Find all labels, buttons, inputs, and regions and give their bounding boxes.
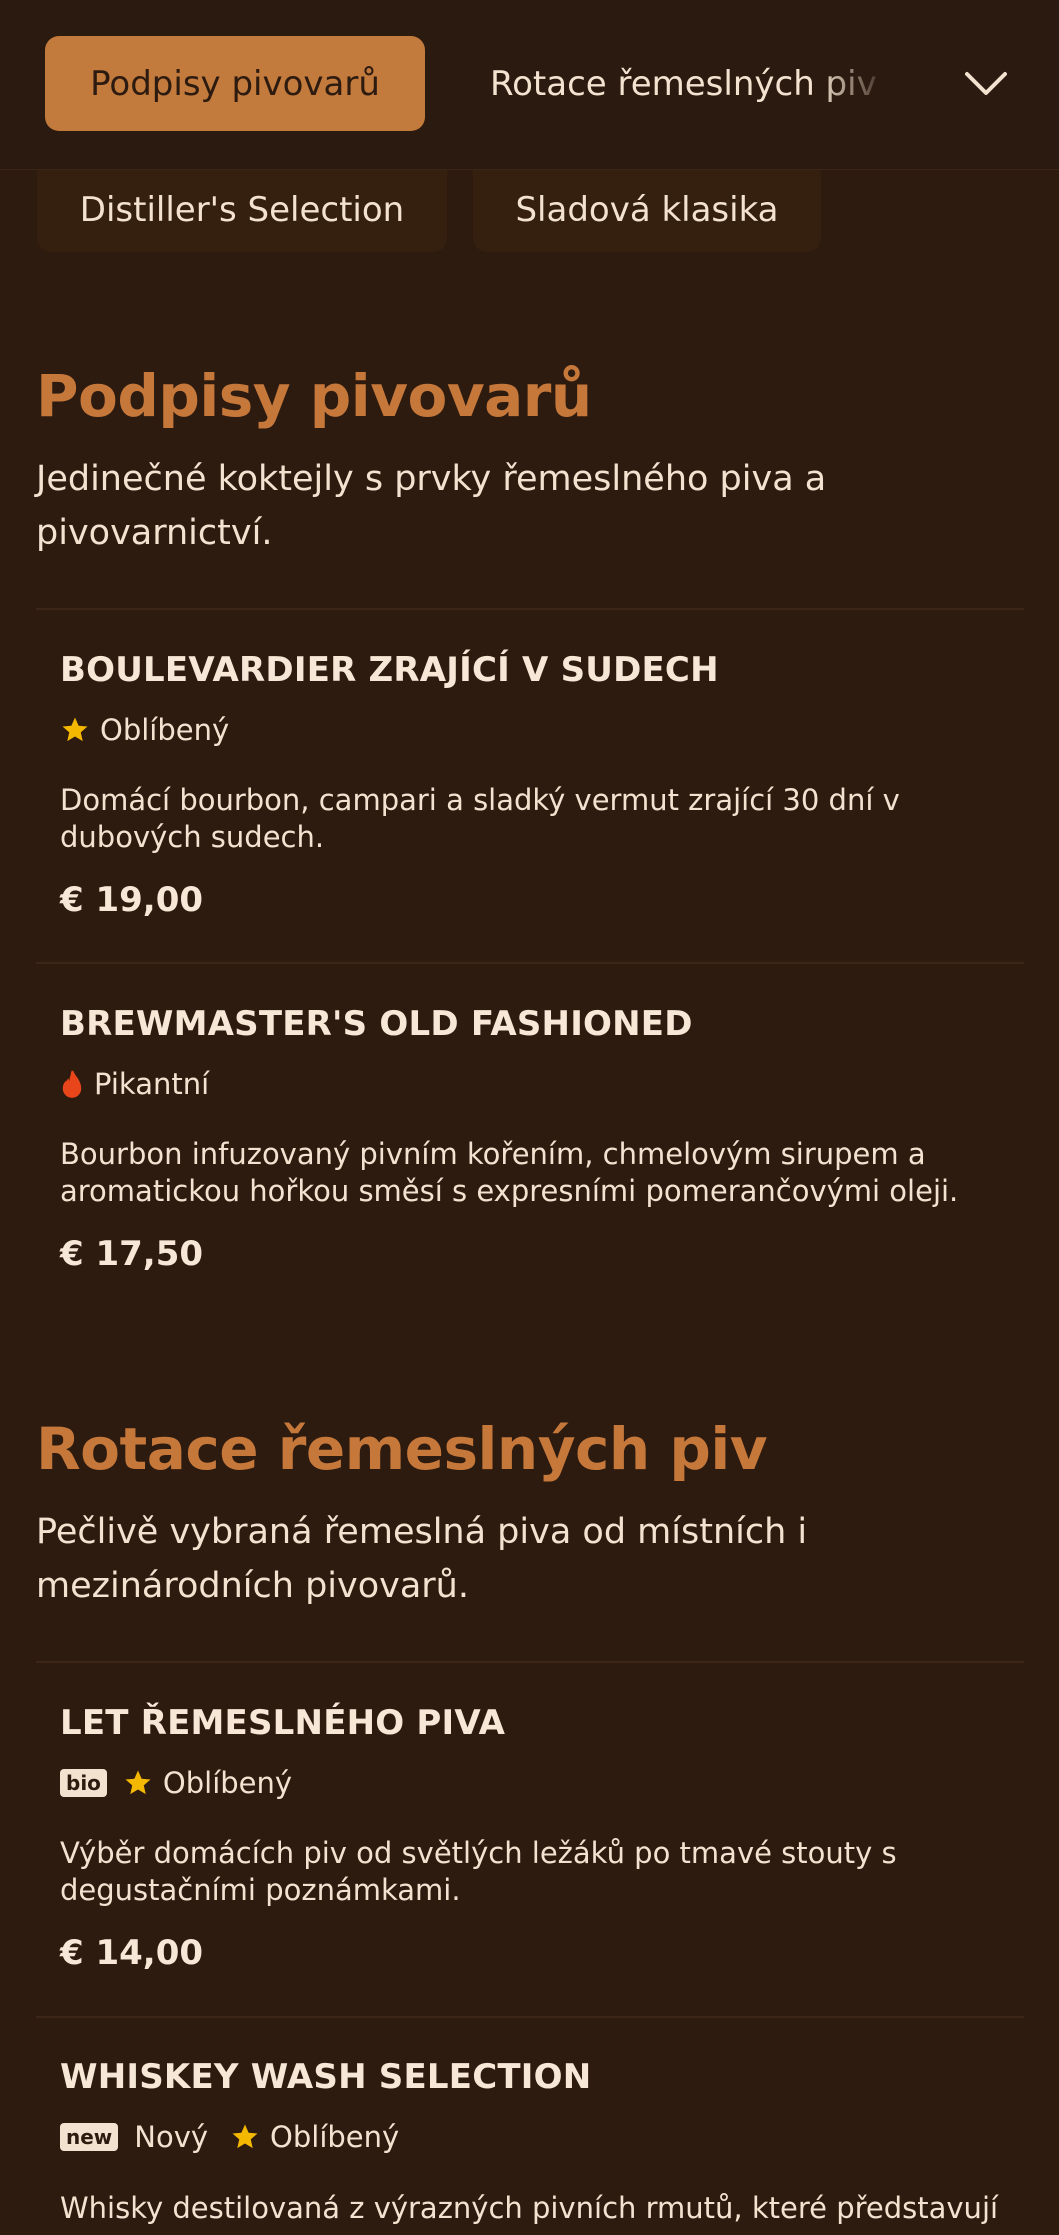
item-tags: Oblíbený (60, 712, 251, 748)
tag-favorite: Oblíbený (123, 1766, 292, 1800)
tag-new: Nový (134, 2120, 208, 2154)
star-icon (125, 1770, 151, 1795)
item-name: LET ŘEMESLNÉHO PIVA (60, 1703, 506, 1743)
tag-label: Nový (134, 2120, 209, 2154)
section-title: Rotace řemeslných piv (36, 1415, 768, 1483)
tag-favorite: Oblíbený (230, 2120, 399, 2154)
section-title: Podpisy pivovarů (36, 362, 592, 430)
tag-favorite: Oblíbený (60, 713, 229, 747)
item-name: BREWMASTER'S OLD FASHIONED (60, 1004, 693, 1044)
item-name: WHISKEY WASH SELECTION (60, 2057, 592, 2097)
divider (36, 1661, 1024, 1663)
item-tags: Pikantní (60, 1066, 231, 1102)
tab-podpisy-pivovaru[interactable]: Podpisy pivovarů (45, 36, 425, 131)
item-price: € 17,50 (60, 1234, 204, 1274)
divider (36, 2016, 1024, 2018)
category-tab-bar: Podpisy pivovarů Rotace řemeslných piv (0, 0, 1059, 170)
item-description: Výběr domácích piv od světlých ležáků po… (60, 1836, 897, 1907)
tag-label: Oblíbený (270, 2120, 400, 2154)
tab-distillers-selection[interactable]: Distiller's Selection (37, 168, 447, 252)
divider (36, 962, 1024, 964)
section-description: Jedinečné koktejly s prvky řemeslného pi… (36, 459, 827, 553)
tag-label: Oblíbený (162, 1766, 293, 1800)
tab-sladova-klasika[interactable]: Sladová klasika (473, 168, 821, 252)
divider (36, 608, 1024, 610)
fire-icon (62, 1070, 82, 1098)
chevron-down-icon[interactable] (960, 58, 1012, 110)
star-icon (232, 2124, 258, 2149)
item-tags: new Nový Oblíbený (60, 2119, 421, 2155)
item-tags: bio Oblíbený (60, 1765, 314, 1801)
tab-rotace-remeslnych-piv[interactable]: Rotace řemeslných piv (490, 36, 890, 131)
item-description: Bourbon infuzovaný pivním kořením, chmel… (60, 1137, 959, 1208)
star-icon (62, 717, 88, 742)
item-name: BOULEVARDIER ZRAJÍCÍ V SUDECH (60, 650, 719, 690)
tag-label: Oblíbený (100, 713, 230, 747)
tag-label: Pikantní (94, 1067, 210, 1101)
tag-spicy: Pikantní (60, 1067, 209, 1101)
item-price: € 14,00 (60, 1933, 204, 1973)
item-description: Domácí bourbon, campari a sladký vermut … (60, 783, 900, 854)
item-description: Whisky destilovaná z výrazných pivních r… (60, 2191, 999, 2225)
item-price: € 19,00 (60, 880, 204, 920)
new-badge: new (60, 2123, 119, 2151)
section-description: Pečlivě vybraná řemeslná piva od místníc… (36, 1512, 808, 1606)
bio-badge: bio (60, 1769, 107, 1797)
